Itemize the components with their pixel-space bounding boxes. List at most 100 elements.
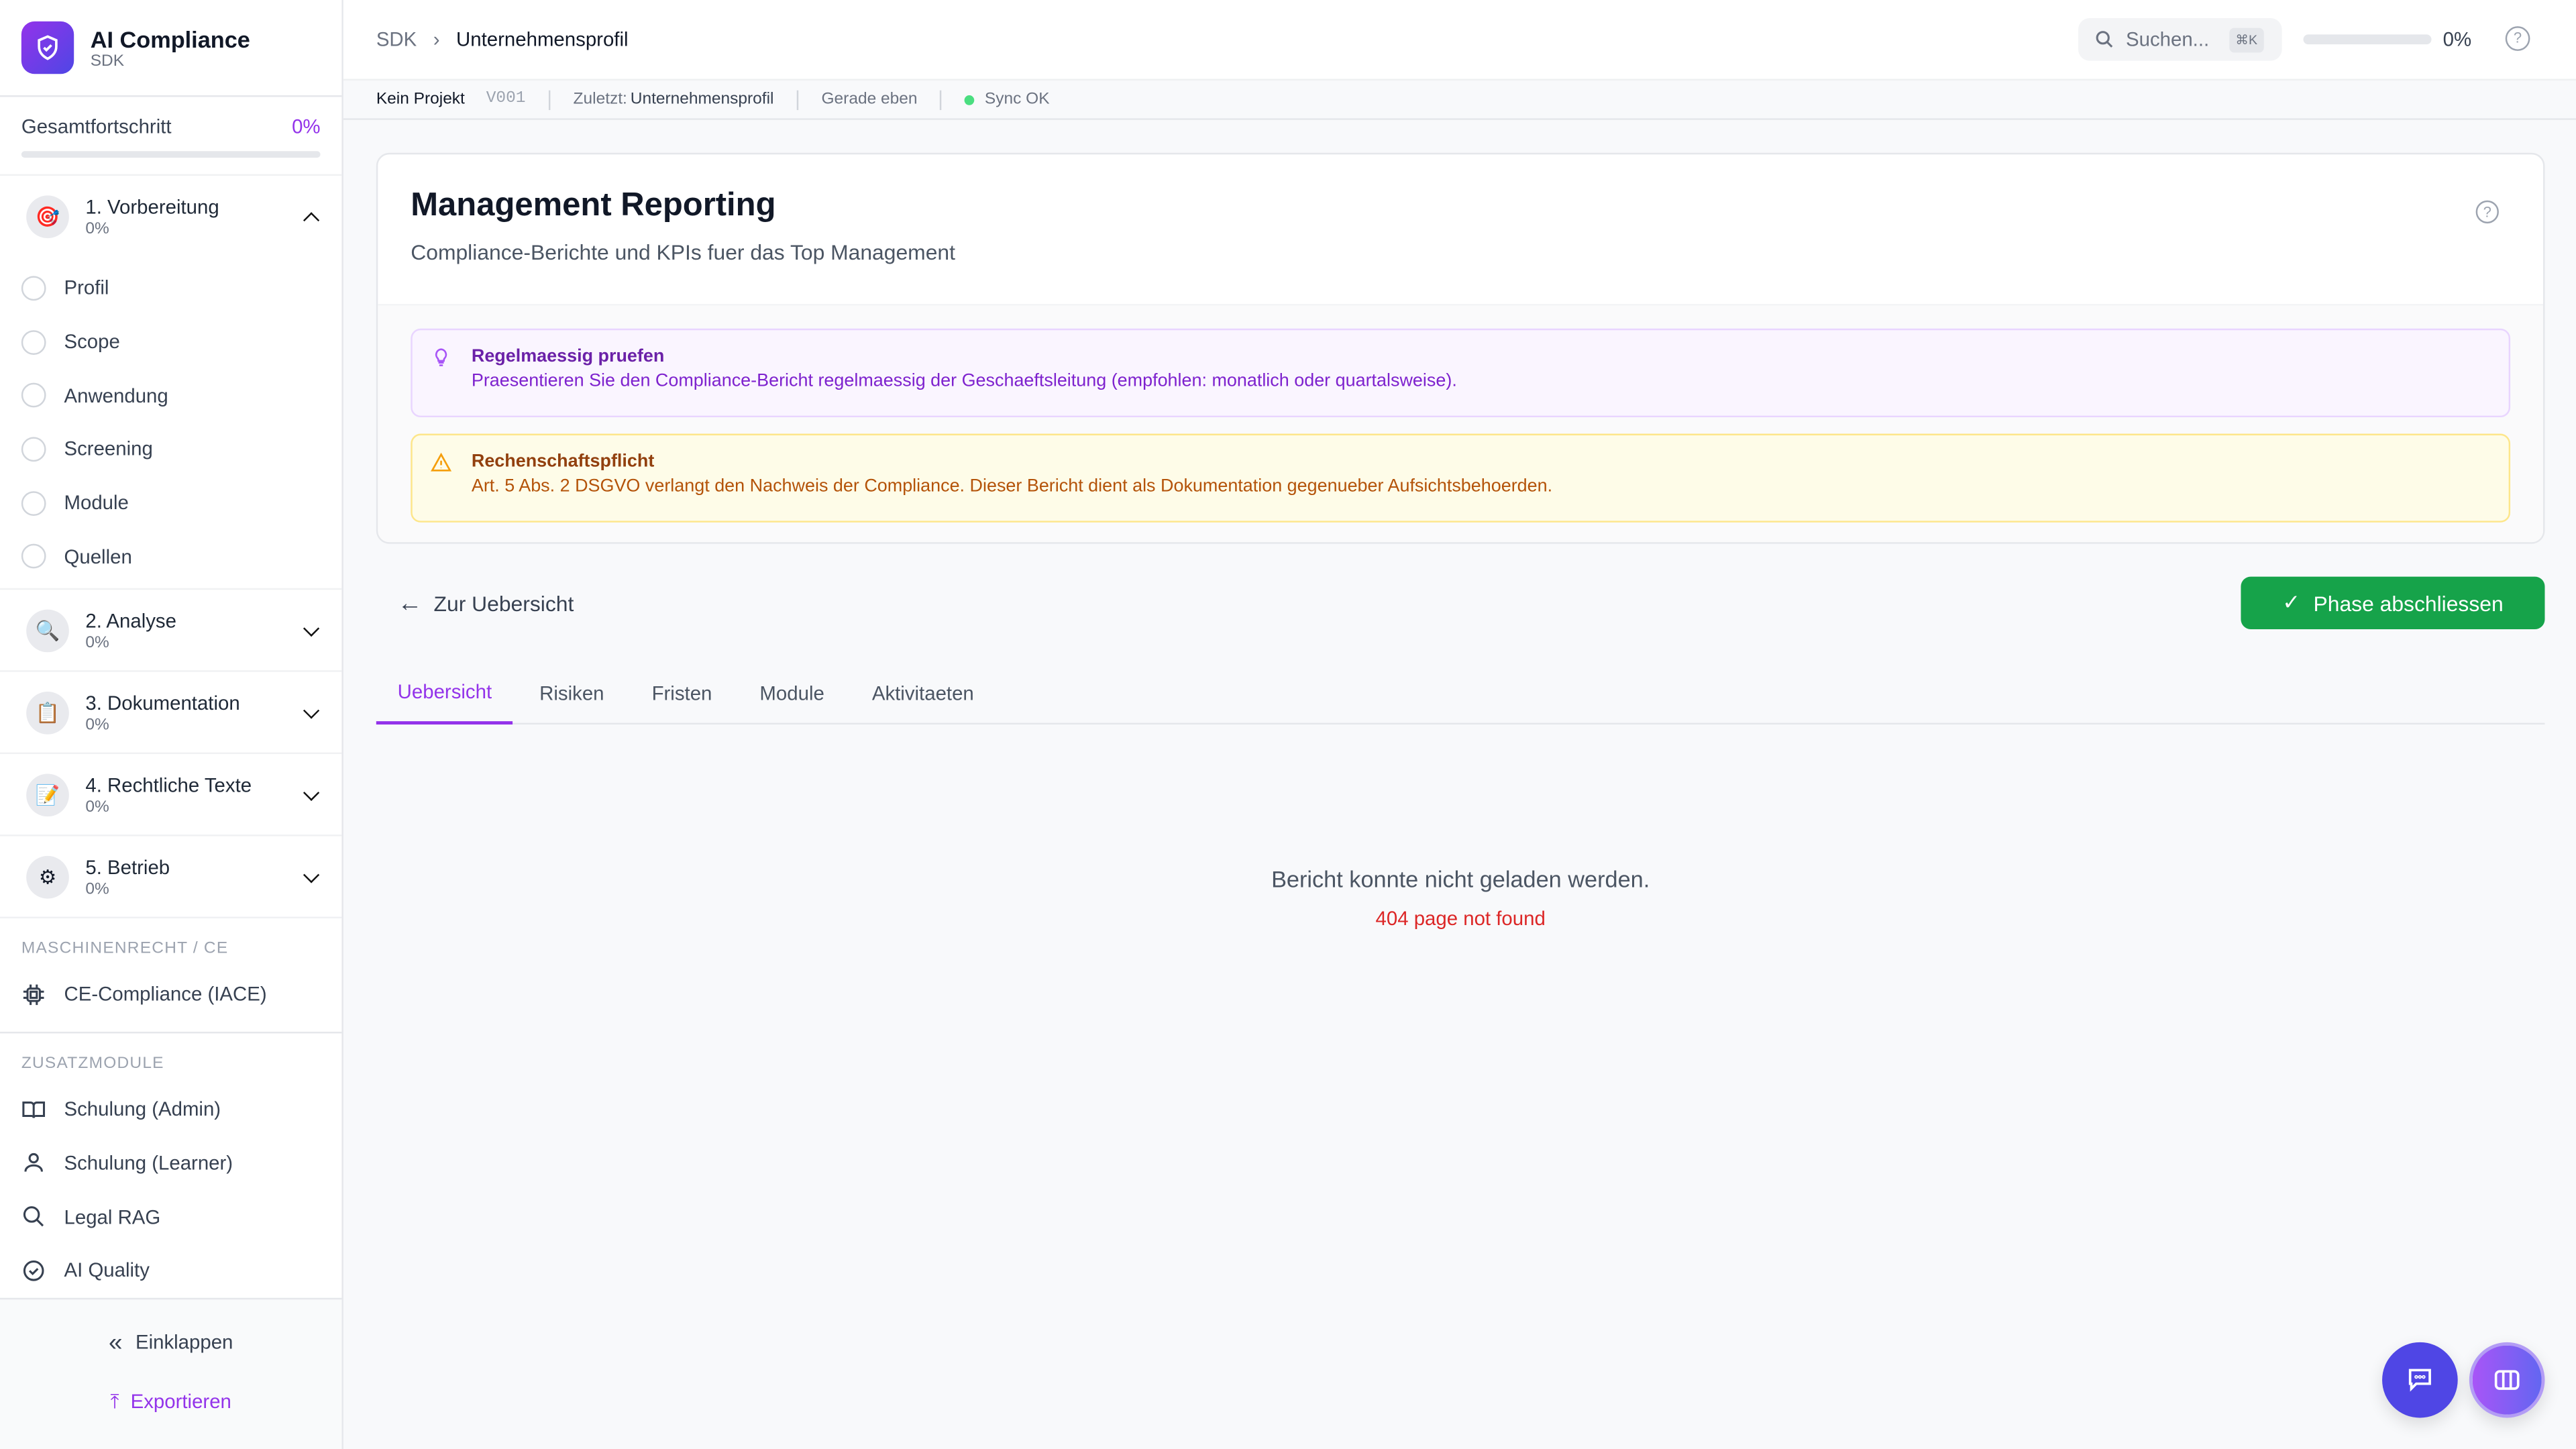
status-bar: Kein Projekt V001 Zuletzt: Unternehmensp… <box>343 80 2576 120</box>
step-label: Scope <box>64 330 120 354</box>
warning-triangle-icon <box>431 451 452 478</box>
phase-dokumentation[interactable]: 📋 3. Dokumentation 0% <box>0 672 342 755</box>
page-subtitle: Compliance-Berichte und KPIs fuer das To… <box>411 239 955 265</box>
circle-icon <box>21 437 46 462</box>
step-profil[interactable]: Profil <box>0 261 341 315</box>
chevron-down-icon[interactable] <box>303 866 320 883</box>
phase-title: 3. Dokumentation <box>85 691 240 714</box>
nav-schulung-admin[interactable]: Schulung (Admin) <box>0 1082 341 1136</box>
phase-percent: 0% <box>85 798 109 816</box>
phase-analyse[interactable]: 🔍 2. Analyse 0% <box>0 590 342 672</box>
chat-button[interactable] <box>2382 1342 2458 1418</box>
breadcrumb-current: Unternehmensprofil <box>456 28 629 51</box>
chevron-down-icon[interactable] <box>303 702 320 718</box>
step-anwendung[interactable]: Anwendung <box>0 368 341 422</box>
nav-schulung-learner[interactable]: Schulung (Learner) <box>0 1136 341 1189</box>
tab-risiken[interactable]: Risiken <box>518 662 625 724</box>
lightbulb-icon <box>431 347 452 373</box>
phase-percent: 0% <box>85 715 109 734</box>
magnifier-icon: 🔍 <box>26 608 69 652</box>
user-icon <box>24 1153 43 1173</box>
help-icon[interactable]: ? <box>2505 26 2530 51</box>
breadcrumb-sdk[interactable]: SDK <box>376 28 417 51</box>
warning-alert: Rechenschaftspflicht Art. 5 Abs. 2 DSGVO… <box>411 433 2511 523</box>
chevron-down-icon[interactable] <box>303 619 320 637</box>
error-message: Bericht konnte nicht geladen werden. <box>1271 865 1650 892</box>
columns-icon <box>2494 1370 2520 1390</box>
back-label: Zur Uebersicht <box>433 591 574 616</box>
phase-rechtliche-texte[interactable]: 📝 4. Rechtliche Texte 0% <box>0 754 342 837</box>
circle-icon <box>21 490 46 515</box>
tip-text: Praesentieren Sie den Compliance-Bericht… <box>471 371 1457 391</box>
check-circle-icon <box>23 1260 44 1281</box>
book-icon <box>22 1101 46 1118</box>
nav-legal-rag[interactable]: Legal RAG <box>0 1190 341 1244</box>
tab-fristen[interactable]: Fristen <box>631 662 734 724</box>
arrow-left-icon: ← <box>397 590 423 618</box>
collapse-label: Einklappen <box>135 1330 233 1354</box>
nav-label: Schulung (Admin) <box>64 1097 221 1121</box>
nav-label: Legal RAG <box>64 1205 161 1228</box>
progress-value: 0% <box>292 115 321 138</box>
nav-ai-quality[interactable]: AI Quality <box>0 1244 341 1297</box>
phase-betrieb[interactable]: ⚙ 5. Betrieb 0% <box>0 837 342 919</box>
tab-module[interactable]: Module <box>739 662 846 724</box>
app-title: AI Compliance <box>90 25 250 52</box>
phase-percent: 0% <box>85 633 109 652</box>
check-icon: ✓ <box>2282 590 2300 614</box>
search-input[interactable]: Suchen... ⌘K <box>2078 17 2282 61</box>
tip-title: Regelmaessig pruefen <box>471 346 665 367</box>
phase-percent: 0% <box>85 879 109 898</box>
shortcut-badge: ⌘K <box>2229 27 2264 52</box>
sync-dot-icon <box>965 94 975 105</box>
search-icon <box>23 1206 44 1227</box>
section-title: MASCHINENRECHT / CE <box>21 940 229 959</box>
step-scope[interactable]: Scope <box>0 315 341 368</box>
brand: AI Compliance SDK <box>0 0 342 97</box>
section-title: ZUSATZMODULE <box>21 1054 164 1073</box>
phase-title: 1. Vorbereitung <box>85 195 219 219</box>
chevron-up-icon[interactable] <box>303 212 320 229</box>
search-placeholder: Suchen... <box>2126 28 2210 51</box>
step-screening[interactable]: Screening <box>0 423 341 476</box>
circle-icon <box>21 544 46 570</box>
last-saved: Gerade eben <box>821 90 918 109</box>
warning-text: Art. 5 Abs. 2 DSGVO verlangt den Nachwei… <box>471 476 1553 496</box>
step-module[interactable]: Module <box>0 476 341 530</box>
collapse-button[interactable]: « Einklappen <box>0 1313 341 1372</box>
tab-bar: Uebersicht Risiken Fristen Module Aktivi… <box>376 662 2545 725</box>
chat-bubble-icon <box>2408 1368 2431 1392</box>
chevron-down-icon[interactable] <box>303 784 320 801</box>
phase-title: 2. Analyse <box>85 608 176 632</box>
phase-vorbereitung[interactable]: 🎯 1. Vorbereitung 0% <box>0 176 341 258</box>
complete-label: Phase abschliessen <box>2313 590 2504 616</box>
circle-icon <box>21 276 46 301</box>
columns-button[interactable] <box>2469 1342 2545 1418</box>
nav-label: Schulung (Learner) <box>64 1151 233 1175</box>
target-icon: 🎯 <box>26 195 69 239</box>
step-label: Profil <box>64 276 109 300</box>
progress-label: Gesamtfortschritt <box>21 115 172 138</box>
step-label: Module <box>64 491 129 515</box>
sidebar-footer: « Einklappen ⤒ Exportieren <box>0 1297 342 1449</box>
phase-title: 4. Rechtliche Texte <box>85 773 252 796</box>
progress-bar <box>21 151 321 158</box>
help-icon[interactable]: ? <box>2475 200 2499 224</box>
tab-uebersicht[interactable]: Uebersicht <box>376 662 513 725</box>
back-link[interactable]: ← Zur Uebersicht <box>398 590 574 618</box>
overall-progress: Gesamtfortschritt 0% <box>0 97 342 176</box>
pencil-memo-icon: 📝 <box>26 773 69 816</box>
complete-phase-button[interactable]: ✓ Phase abschliessen <box>2241 576 2545 629</box>
export-label: Exportieren <box>130 1389 231 1413</box>
nav-ce-compliance[interactable]: CE-Compliance (IACE) <box>0 968 341 1022</box>
chevron-right-icon: › <box>433 28 440 51</box>
step-quellen[interactable]: Quellen <box>0 530 341 584</box>
sync-status: Sync OK <box>984 90 1050 109</box>
export-button[interactable]: ⤒ Exportieren <box>0 1372 341 1431</box>
top-header: SDK › Unternehmensprofil Suchen... ⌘K 0%… <box>343 0 2576 81</box>
circle-icon <box>21 329 46 354</box>
warning-title: Rechenschaftspflicht <box>471 451 655 472</box>
tab-aktivitaeten[interactable]: Aktivitaeten <box>851 662 996 724</box>
sidebar: AI Compliance SDK Gesamtfortschritt 0% 🎯 1… <box>0 0 343 1449</box>
header-progress-value: 0% <box>2443 28 2472 51</box>
